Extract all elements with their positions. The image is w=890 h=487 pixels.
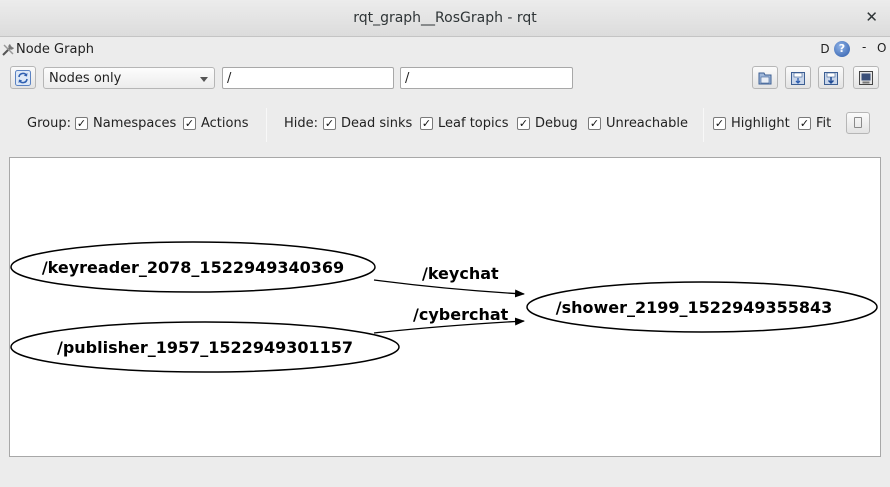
node-label: /publisher_1957_1522949301157 <box>57 338 353 357</box>
node-label: /keyreader_2078_1522949340369 <box>42 258 344 277</box>
group-label: Group: <box>27 116 71 131</box>
divider <box>703 108 704 142</box>
node-filter-input[interactable] <box>222 67 394 89</box>
fit-label: Fit <box>816 116 832 131</box>
leaf-topics-label: Leaf topics <box>438 116 509 131</box>
dock-titlebar: Node Graph D ? - O <box>0 39 890 61</box>
graph-toolbar: Nodes only <box>0 66 890 90</box>
namespaces-checkbox[interactable]: ✓ <box>75 117 88 130</box>
actions-checkbox[interactable]: ✓ <box>183 117 196 130</box>
node-label: /shower_2199_1522949355843 <box>556 298 833 317</box>
debug-toggle-button[interactable]: D <box>818 41 832 57</box>
float-button[interactable]: O <box>877 41 886 55</box>
graph-node-keyreader[interactable]: /keyreader_2078_1522949340369 <box>10 241 376 293</box>
topic-filter-input[interactable] <box>400 67 573 89</box>
graph-svg[interactable]: /keychat /cyberchat /keyreader_2078_1522… <box>10 158 880 456</box>
debug-label: Debug <box>535 116 578 131</box>
debug-checkbox[interactable]: ✓ <box>517 117 530 130</box>
edge-label: /cyberchat <box>413 305 509 324</box>
dead-sinks-label: Dead sinks <box>341 116 413 131</box>
dead-sinks-checkbox[interactable]: ✓ <box>323 117 336 130</box>
actions-label: Actions <box>201 116 249 131</box>
graph-mode-value: Nodes only <box>49 71 122 86</box>
graph-edge-keychat[interactable]: /keychat <box>373 264 525 298</box>
dock-title: Node Graph <box>16 42 94 57</box>
fit-view-icon <box>854 117 862 128</box>
window-title: rqt_graph__RosGraph - rqt <box>353 10 537 26</box>
graph-edge-cyberchat[interactable]: /cyberchat <box>373 305 525 334</box>
unreachable-label: Unreachable <box>606 116 688 131</box>
graph-canvas[interactable]: /keychat /cyberchat /keyreader_2078_1522… <box>9 157 881 457</box>
leaf-topics-checkbox[interactable]: ✓ <box>420 117 433 130</box>
save-svg-icon <box>824 72 838 85</box>
options-bar: Group: ✓ Namespaces ✓ Actions Hide: ✓ De… <box>0 108 890 142</box>
fit-checkbox[interactable]: ✓ <box>798 117 811 130</box>
help-icon[interactable]: ? <box>834 41 850 57</box>
graph-node-publisher[interactable]: /publisher_1957_1522949301157 <box>10 321 400 373</box>
load-dot-button[interactable] <box>752 66 778 89</box>
save-image-icon <box>859 71 873 85</box>
tools-icon <box>2 44 14 56</box>
chevron-down-icon <box>200 77 208 82</box>
save-dot-button[interactable] <box>785 66 811 89</box>
namespaces-label: Namespaces <box>93 116 177 131</box>
graph-node-shower[interactable]: /shower_2199_1522949355843 <box>526 281 878 333</box>
minimize-button[interactable]: - <box>862 40 866 54</box>
highlight-checkbox[interactable]: ✓ <box>713 117 726 130</box>
hide-label: Hide: <box>284 116 319 131</box>
close-icon[interactable]: ✕ <box>865 8 878 26</box>
graph-mode-select[interactable]: Nodes only <box>43 67 215 89</box>
highlight-label: Highlight <box>731 116 790 131</box>
window-titlebar: rqt_graph__RosGraph - rqt ✕ <box>0 0 890 37</box>
divider <box>266 108 267 142</box>
save-image-button[interactable] <box>853 66 879 89</box>
load-dot-icon <box>758 72 772 85</box>
refresh-icon <box>15 70 31 86</box>
save-svg-button[interactable] <box>818 66 844 89</box>
unreachable-checkbox[interactable]: ✓ <box>588 117 601 130</box>
fit-view-button[interactable] <box>846 112 870 134</box>
refresh-button[interactable] <box>10 66 36 89</box>
save-dot-icon <box>791 72 805 85</box>
edge-label: /keychat <box>422 264 499 283</box>
